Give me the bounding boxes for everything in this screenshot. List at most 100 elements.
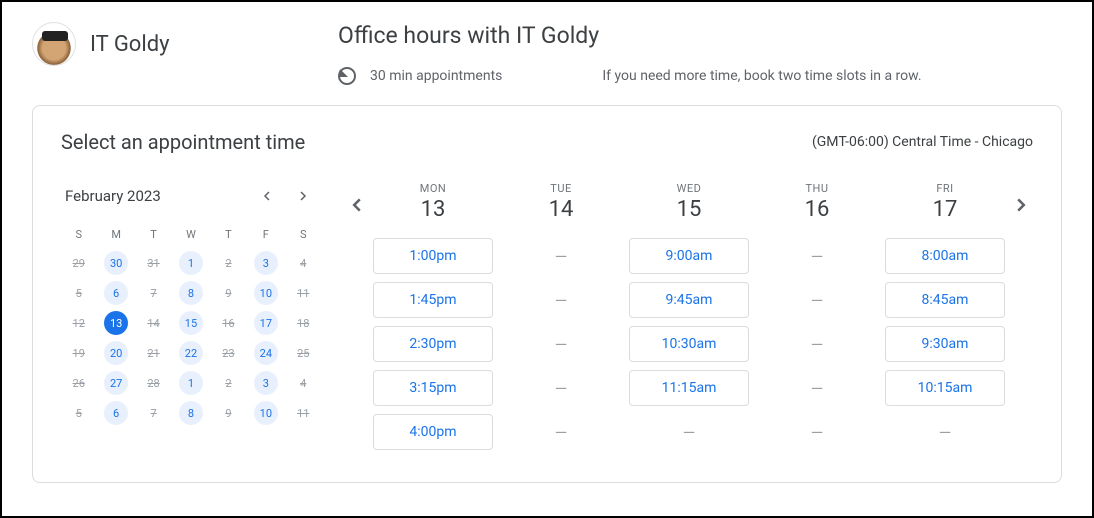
time-slot-button[interactable]: 1:45pm: [373, 282, 493, 318]
calendar-day: 14: [136, 309, 171, 337]
time-slot-button[interactable]: 11:15am: [629, 370, 749, 406]
time-slot-button[interactable]: 3:15pm: [373, 370, 493, 406]
timezone-label: (GMT-06:00) Central Time - Chicago: [812, 134, 1033, 150]
time-slot-empty: —: [629, 414, 749, 450]
time-slot-button[interactable]: 9:00am: [629, 238, 749, 274]
calendar-prev-button[interactable]: [253, 182, 281, 210]
calendar-day[interactable]: 3: [248, 369, 283, 397]
calendar-day[interactable]: 22: [173, 339, 208, 367]
calendar-day: 25: [286, 339, 321, 367]
calendar-day: 2: [211, 369, 246, 397]
day-number: 13: [420, 197, 447, 222]
time-slot-button[interactable]: 10:15am: [885, 370, 1005, 406]
time-slot-button[interactable]: 9:45am: [629, 282, 749, 318]
calendar-day: 19: [61, 339, 96, 367]
calendar-day[interactable]: 15: [173, 309, 208, 337]
duration-text: 30 min appointments: [370, 68, 502, 84]
calendar-day[interactable]: 13: [98, 309, 133, 337]
time-slot-button[interactable]: 1:00pm: [373, 238, 493, 274]
calendar-day: 29: [61, 249, 96, 277]
week-prev-button[interactable]: [341, 182, 373, 212]
calendar-day: 26: [61, 369, 96, 397]
avatar: [32, 22, 76, 66]
calendar-day[interactable]: 1: [173, 369, 208, 397]
day-number: 17: [933, 197, 958, 222]
time-slot-button[interactable]: 2:30pm: [373, 326, 493, 362]
day-number: 15: [677, 197, 702, 222]
calendar-day: 9: [211, 399, 246, 427]
day-column: MON13 1:00pm 1:45pm 2:30pm 3:15pm 4:00pm: [373, 182, 493, 458]
calendar-day[interactable]: 1: [173, 249, 208, 277]
calendar-dow-header: T: [136, 222, 171, 247]
time-slot-empty: —: [757, 326, 877, 362]
day-header: TUE 14: [549, 182, 574, 222]
day-of-week: WED: [677, 182, 702, 195]
calendar-day[interactable]: 20: [98, 339, 133, 367]
day-header: FRI 17: [933, 182, 958, 222]
time-slot-button[interactable]: 4:00pm: [373, 414, 493, 450]
calendar-day[interactable]: 17: [248, 309, 283, 337]
day-number: 16: [805, 197, 830, 222]
week-next-button[interactable]: [1005, 182, 1037, 212]
time-slot-button[interactable]: 9:30am: [885, 326, 1005, 362]
calendar-day: 21: [136, 339, 171, 367]
time-slot-empty: —: [501, 238, 621, 274]
chevron-left-icon: [262, 191, 272, 201]
calendar-day: 23: [211, 339, 246, 367]
day-of-week: TUE: [549, 182, 574, 195]
calendar-month: February 2023: [65, 187, 161, 205]
time-slot-empty: —: [757, 238, 877, 274]
card-title: Select an appointment time: [61, 130, 305, 154]
calendar-dow-header: S: [61, 222, 96, 247]
calendar-day: 2: [211, 249, 246, 277]
calendar-day: 11: [286, 279, 321, 307]
chevron-right-icon: [1014, 198, 1028, 212]
time-slot-button[interactable]: 10:30am: [629, 326, 749, 362]
calendar-day[interactable]: 6: [98, 279, 133, 307]
day-of-week: FRI: [933, 182, 958, 195]
calendar-day[interactable]: 30: [98, 249, 133, 277]
time-slot-empty: —: [885, 414, 1005, 450]
calendar-day: 4: [286, 249, 321, 277]
profile-name: IT Goldy: [90, 32, 170, 57]
calendar-day[interactable]: 8: [173, 279, 208, 307]
time-slot-button[interactable]: 8:00am: [885, 238, 1005, 274]
calendar-day: 31: [136, 249, 171, 277]
calendar-day[interactable]: 10: [248, 399, 283, 427]
calendar-day: 5: [61, 399, 96, 427]
time-slot-empty: —: [501, 326, 621, 362]
calendar-day: 18: [286, 309, 321, 337]
calendar-day[interactable]: 27: [98, 369, 133, 397]
calendar-day: 7: [136, 399, 171, 427]
day-header: WED 15: [677, 182, 702, 222]
time-slot-empty: —: [501, 282, 621, 318]
calendar-day: 7: [136, 279, 171, 307]
calendar-dow-header: M: [98, 222, 133, 247]
time-slot-empty: —: [501, 370, 621, 406]
calendar-day: 12: [61, 309, 96, 337]
calendar-dow-header: T: [211, 222, 246, 247]
day-header: THU16: [805, 182, 830, 222]
calendar-day[interactable]: 24: [248, 339, 283, 367]
chevron-left-icon: [350, 198, 364, 212]
calendar-day: 5: [61, 279, 96, 307]
calendar-day[interactable]: 8: [173, 399, 208, 427]
calendar-day[interactable]: 10: [248, 279, 283, 307]
calendar-day[interactable]: 6: [98, 399, 133, 427]
calendar-dow-header: W: [173, 222, 208, 247]
time-slot-empty: —: [757, 414, 877, 450]
calendar-day: 28: [136, 369, 171, 397]
time-slot-button[interactable]: 8:45am: [885, 282, 1005, 318]
calendar-day: 4: [286, 369, 321, 397]
calendar-dow-header: F: [248, 222, 283, 247]
calendar-next-button[interactable]: [289, 182, 317, 210]
day-number: 14: [549, 197, 574, 222]
day-header: MON13: [420, 182, 447, 222]
page-title: Office hours with IT Goldy: [338, 22, 1062, 49]
mini-calendar: February 2023 SMTWTFS2930311234567891011…: [61, 182, 321, 458]
calendar-day[interactable]: 3: [248, 249, 283, 277]
calendar-day: 9: [211, 279, 246, 307]
time-slot-empty: —: [757, 282, 877, 318]
chevron-right-icon: [298, 191, 308, 201]
day-column: WED 15 9:00am 9:45am 10:30am 11:15am —: [629, 182, 749, 458]
